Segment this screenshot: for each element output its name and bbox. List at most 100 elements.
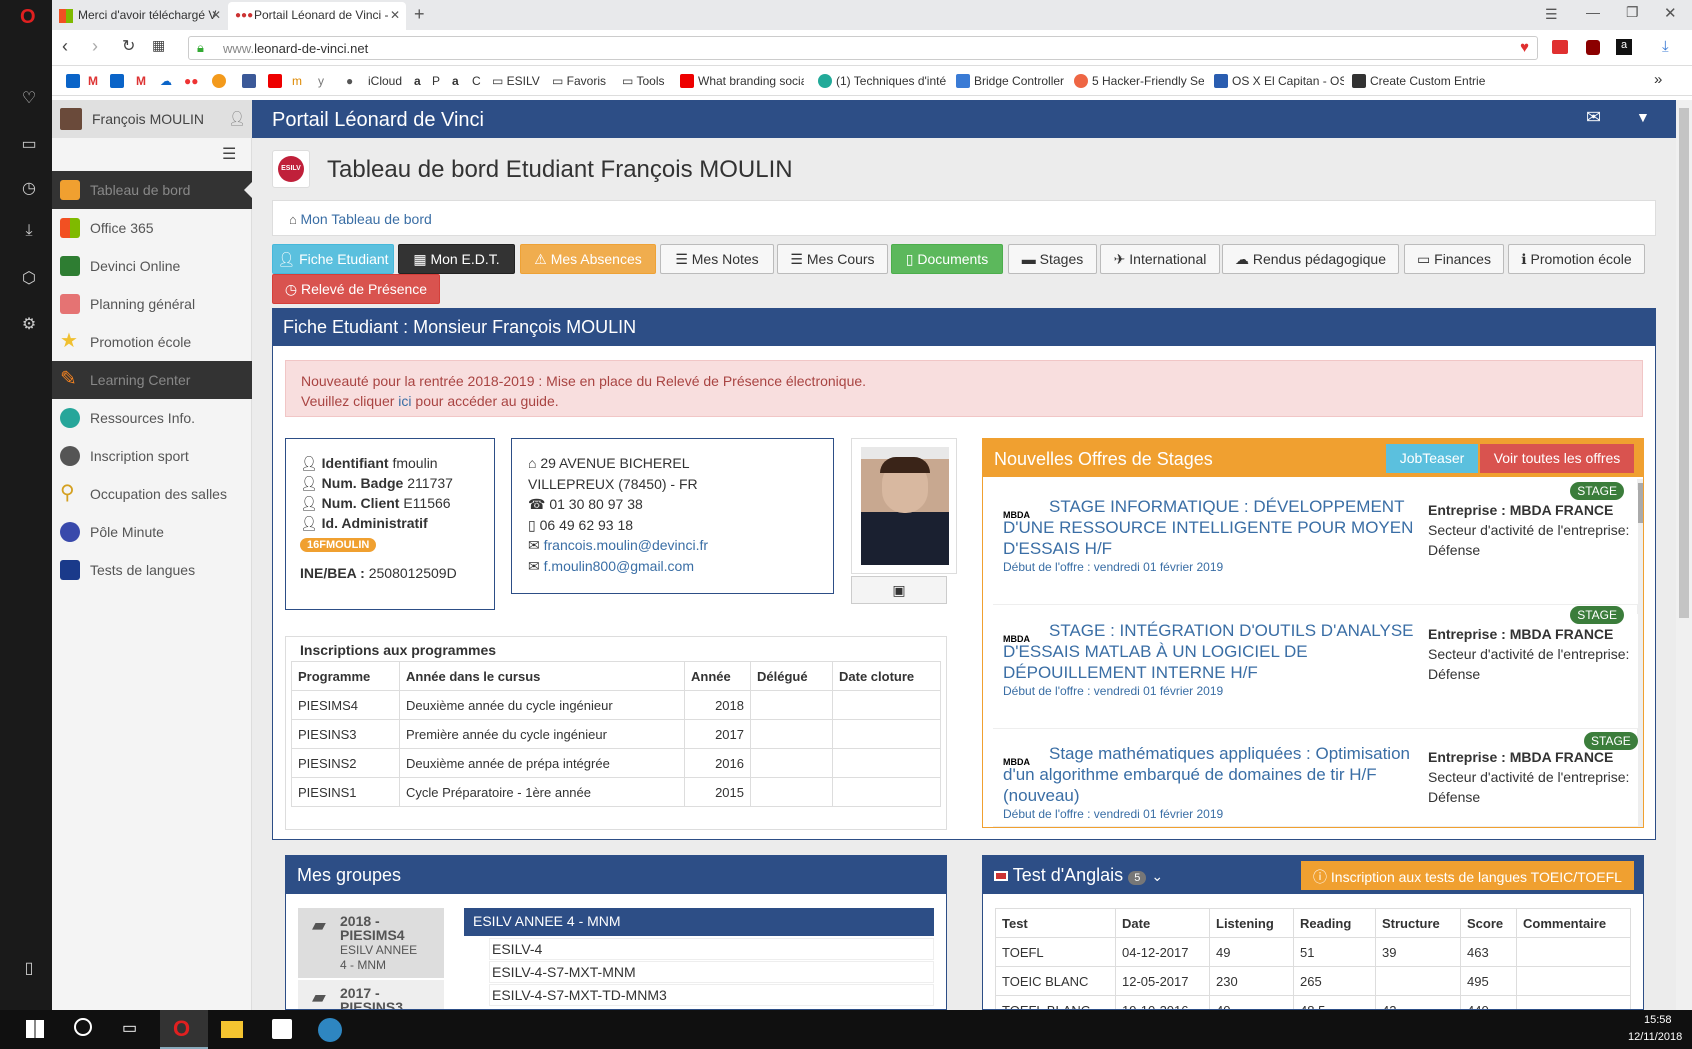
user-icon[interactable]: 👤︎ bbox=[228, 110, 246, 127]
history-icon[interactable]: ◷ bbox=[20, 178, 38, 197]
clock-time[interactable]: 15:58 bbox=[1644, 1014, 1672, 1026]
bookmark-p[interactable]: P bbox=[432, 74, 440, 88]
caret-down-icon[interactable]: ▼ bbox=[1636, 109, 1650, 125]
sidebar-item-devinci-online[interactable]: Devinci Online bbox=[52, 247, 252, 285]
search-icon[interactable] bbox=[74, 1018, 92, 1036]
bookmark-branding[interactable]: What branding social bbox=[680, 74, 804, 88]
bookmark-custom[interactable]: Create Custom Entrie bbox=[1352, 74, 1492, 88]
browser-tab[interactable]: Merci d'avoir téléchargé V ✕ bbox=[52, 2, 227, 30]
bookmark-icloud[interactable]: iCloud bbox=[368, 74, 402, 88]
ublock-icon[interactable] bbox=[1586, 40, 1600, 55]
outlook2-bookmark-icon[interactable] bbox=[110, 74, 128, 88]
bitcoin-bookmark-icon[interactable] bbox=[212, 74, 230, 88]
sidebar-item-ressources[interactable]: Ressources Info. bbox=[52, 399, 252, 437]
onedrive-bookmark-icon[interactable]: ☁ bbox=[160, 74, 172, 88]
mes-absences-button[interactable]: ⚠ Mes Absences bbox=[520, 244, 656, 274]
ycombinator-bookmark-icon[interactable]: y bbox=[318, 74, 324, 88]
cube-icon[interactable]: ⬡ bbox=[20, 268, 38, 287]
browser-tab-active[interactable]: ●●● Portail Léonard de Vinci - ✕ bbox=[228, 2, 406, 30]
sidebar-item-sport[interactable]: Inscription sport bbox=[52, 437, 252, 475]
email-link[interactable]: f.moulin800@gmail.com bbox=[544, 558, 694, 574]
stage-offer[interactable]: MBDA STAGE : INTÉGRATION D'OUTILS D'ANAL… bbox=[993, 606, 1638, 729]
messenger-icon[interactable]: ▭ bbox=[20, 134, 38, 153]
releve-presence-button[interactable]: ◷ Relevé de Présence bbox=[272, 274, 440, 304]
gmail-bookmark-icon[interactable]: M bbox=[88, 74, 98, 88]
fiche-etudiant-button[interactable]: 👤︎ Fiche Etudiant bbox=[272, 244, 394, 274]
speed-dial-icon[interactable]: ▦ bbox=[152, 37, 165, 54]
mes-cours-button[interactable]: ☰ Mes Cours bbox=[777, 244, 888, 274]
file-explorer-icon[interactable] bbox=[221, 1021, 243, 1038]
store-icon[interactable] bbox=[272, 1019, 292, 1039]
chevron-down-icon[interactable]: ⌄ bbox=[1151, 868, 1163, 884]
tab-menu-icon[interactable]: ☰ bbox=[1545, 6, 1558, 23]
bookmark-esilv[interactable]: ▭ ESILV bbox=[492, 74, 540, 88]
sidebar-menu-icon[interactable]: ☰ bbox=[222, 144, 236, 164]
sidebar-item-promotion[interactable]: ★ Promotion école bbox=[52, 323, 252, 361]
extension-icon[interactable] bbox=[1552, 40, 1568, 54]
close-tab-icon[interactable]: ✕ bbox=[211, 8, 221, 22]
bookmarks-more[interactable]: » bbox=[1654, 71, 1662, 88]
close-tab-icon[interactable]: ✕ bbox=[390, 8, 400, 22]
apple-bookmark-icon[interactable]: ● bbox=[346, 74, 353, 88]
sidebar-item-office-365[interactable]: Office 365 bbox=[52, 209, 252, 247]
forward-icon[interactable]: › bbox=[92, 36, 98, 57]
portal-title[interactable]: Portail Léonard de Vinci bbox=[272, 109, 484, 132]
sidebar-item-tableau-de-bord[interactable]: Tableau de bord bbox=[52, 171, 252, 209]
sidebar-item-learning-center[interactable]: ✎ Learning Center bbox=[52, 361, 252, 399]
sidebar-item-langues[interactable]: Tests de langues bbox=[52, 551, 252, 589]
page-scrollbar[interactable] bbox=[1676, 100, 1692, 1010]
sidebar-item-pole-minute[interactable]: Pôle Minute bbox=[52, 513, 252, 551]
sidebar-item-planning[interactable]: Planning général bbox=[52, 285, 252, 323]
bookmark-heart-icon[interactable]: ♥ bbox=[1520, 39, 1529, 56]
maximize-icon[interactable]: ❐ bbox=[1626, 4, 1639, 21]
offer-title[interactable]: Stage mathématiques appliquées : Optimis… bbox=[1003, 743, 1423, 806]
download-arrow-icon[interactable]: ⤓ bbox=[1662, 38, 1669, 55]
bookmark-techniques[interactable]: (1) Techniques d'inté bbox=[818, 74, 948, 88]
amazon-icon[interactable]: a bbox=[1616, 39, 1632, 55]
guide-link[interactable]: ici bbox=[398, 393, 411, 409]
bookmark-bridge[interactable]: Bridge Controller bbox=[956, 74, 1064, 88]
mes-notes-button[interactable]: ☰ Mes Notes bbox=[660, 244, 774, 274]
offer-title[interactable]: STAGE INFORMATIQUE : DÉVELOPPEMENT D'UNE… bbox=[1003, 496, 1423, 559]
outlook-bookmark-icon[interactable] bbox=[66, 74, 84, 88]
voir-offres-button[interactable]: Voir toutes les offres bbox=[1480, 444, 1634, 473]
mon-edt-button[interactable]: ▦ Mon E.D.T. bbox=[398, 244, 515, 274]
heart-icon[interactable]: ♡ bbox=[20, 88, 38, 107]
gmail2-bookmark-icon[interactable]: M bbox=[136, 74, 146, 88]
stage-offer[interactable]: MBDA Stage mathématiques appliquées : Op… bbox=[993, 737, 1638, 827]
finances-button[interactable]: ▭ Finances bbox=[1404, 244, 1504, 274]
mail-icon[interactable]: ✉ bbox=[1586, 107, 1601, 128]
stages-scrollbar[interactable] bbox=[1637, 479, 1643, 827]
bookmark-osx[interactable]: OS X El Capitan - OS bbox=[1214, 74, 1344, 88]
url-field[interactable]: 🔒︎ www.leonard-de-vinci.net ♥ bbox=[188, 36, 1538, 60]
documents-button[interactable]: ▯ Documents bbox=[891, 244, 1003, 274]
group-year-tab[interactable]: ▰ 2017 - PIESINS3 bbox=[298, 980, 444, 1009]
facebook-bookmark-icon[interactable] bbox=[242, 74, 260, 88]
international-button[interactable]: ✈ International bbox=[1100, 244, 1220, 274]
bookmark-hacker[interactable]: 5 Hacker-Friendly Se bbox=[1074, 74, 1204, 88]
flickr-bookmark-icon[interactable]: ●● bbox=[184, 74, 199, 88]
youtube-bookmark-icon[interactable] bbox=[268, 74, 286, 88]
reload-icon[interactable]: ↻ bbox=[122, 36, 135, 56]
sidebar-toggle-icon[interactable]: ▯ bbox=[20, 958, 38, 977]
promotion-ecole-button[interactable]: ℹ Promotion école bbox=[1508, 244, 1645, 274]
bookmark-tools[interactable]: ▭ Tools bbox=[622, 74, 664, 88]
bookmark-favoris[interactable]: ▭ Favoris bbox=[552, 74, 606, 88]
change-photo-button[interactable]: ▣ bbox=[851, 576, 947, 604]
task-view-icon[interactable]: ▭ bbox=[122, 1018, 137, 1038]
amazon2-bookmark-icon[interactable]: a bbox=[452, 74, 459, 88]
amazon-bookmark-icon[interactable]: a bbox=[414, 74, 421, 88]
clock-date[interactable]: 12/11/2018 bbox=[1628, 1031, 1682, 1043]
opera-logo-icon[interactable]: O bbox=[20, 6, 36, 29]
email-link[interactable]: francois.moulin@devinci.fr bbox=[544, 537, 708, 553]
bookmark-c[interactable]: C bbox=[472, 74, 481, 88]
settings-gear-icon[interactable]: ⚙ bbox=[20, 314, 38, 333]
new-tab-icon[interactable]: + bbox=[414, 4, 425, 25]
stage-offer[interactable]: MBDA STAGE INFORMATIQUE : DÉVELOPPEMENT … bbox=[993, 482, 1638, 605]
jobteaser-button[interactable]: JobTeaser bbox=[1386, 444, 1478, 473]
stages-button[interactable]: ▬ Stages bbox=[1008, 244, 1097, 274]
rendus-button[interactable]: ☁ Rendus pédagogique bbox=[1222, 244, 1399, 274]
sidebar-item-salles[interactable]: ⚲ Occupation des salles bbox=[52, 475, 252, 513]
minimize-icon[interactable]: — bbox=[1586, 4, 1600, 20]
windows-start-icon[interactable] bbox=[26, 1020, 44, 1038]
